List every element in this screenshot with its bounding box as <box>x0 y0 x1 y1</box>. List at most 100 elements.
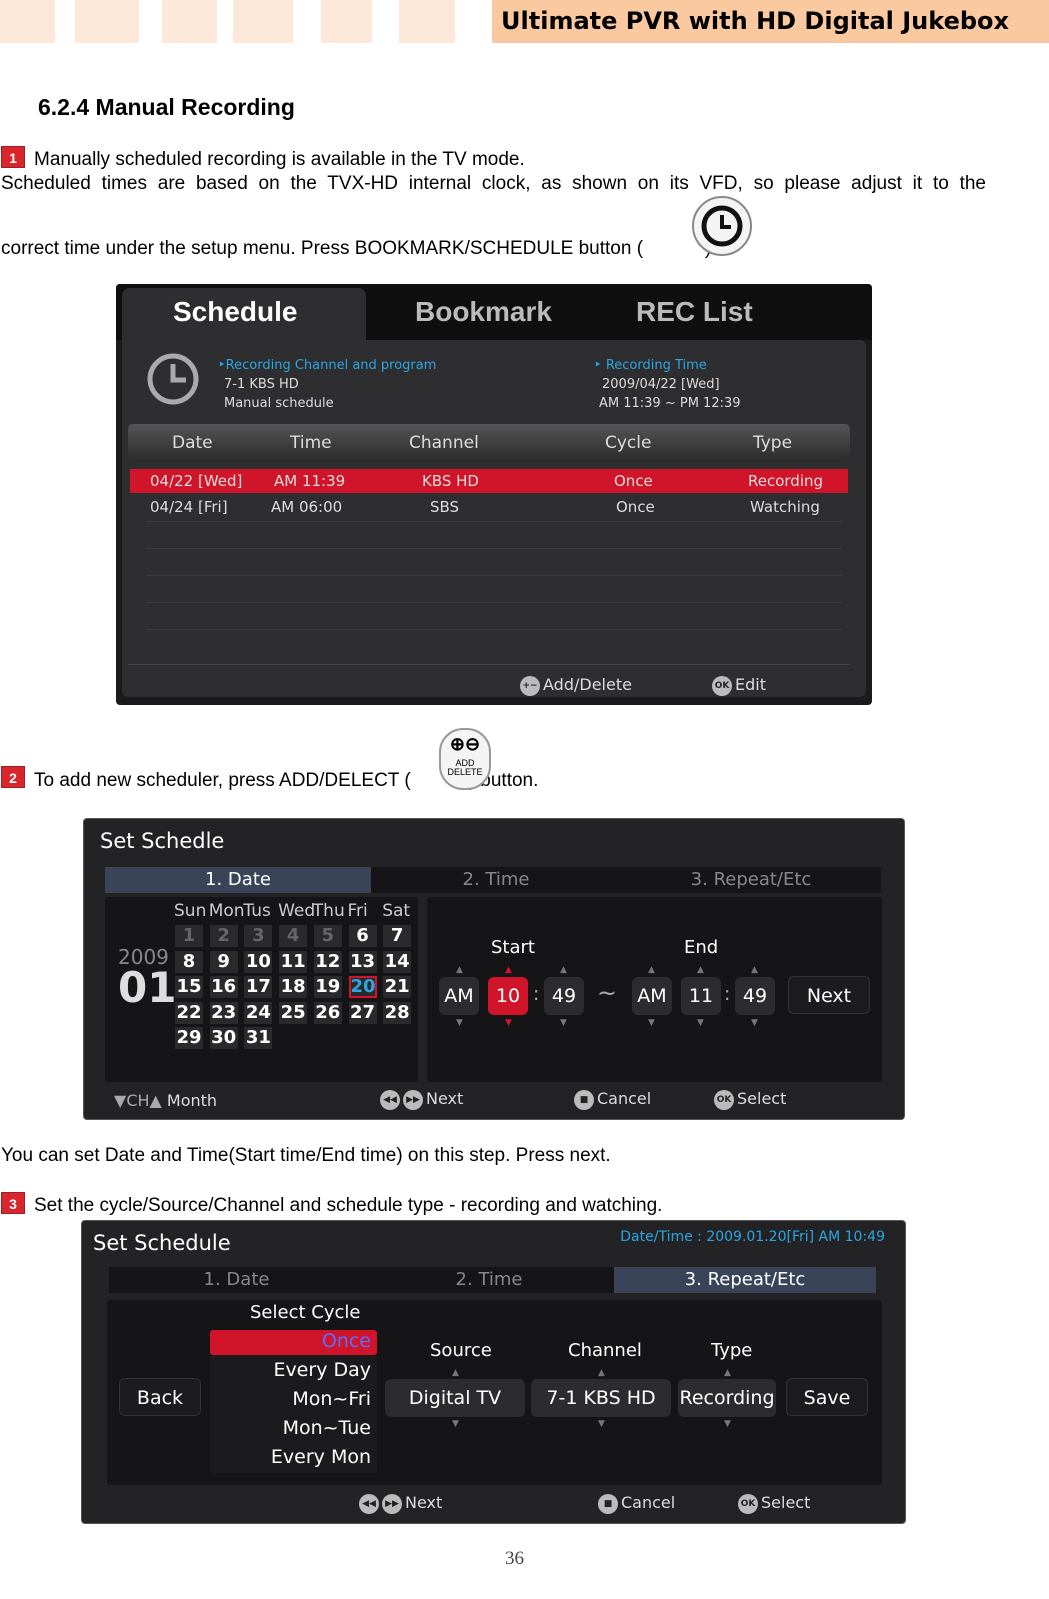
colon: : <box>533 983 540 1005</box>
start-ampm[interactable]: AM <box>439 977 479 1015</box>
up-arrow-icon[interactable]: ▲ <box>751 965 758 975</box>
down-arrow-icon[interactable]: ▼ <box>751 1018 758 1028</box>
cycle-option[interactable]: Every Mon <box>271 1446 371 1468</box>
calendar-day[interactable]: 11 <box>279 950 308 973</box>
start-hour[interactable]: 10 <box>488 977 528 1015</box>
down-arrow-icon[interactable]: ▼ <box>560 1018 567 1028</box>
channel-value: 7-1 KBS HD <box>224 377 299 392</box>
calendar-day[interactable]: 15 <box>175 976 203 998</box>
calendar-day[interactable]: 29 <box>175 1027 203 1049</box>
cycle-option[interactable]: Mon~Tue <box>283 1417 371 1439</box>
down-arrow-icon[interactable]: ▼ <box>697 1018 704 1028</box>
calendar-day[interactable]: 13 <box>348 950 377 973</box>
page-number: 36 <box>505 1548 524 1569</box>
type-select[interactable]: Recording <box>678 1379 776 1417</box>
calendar-day[interactable]: 24 <box>244 1001 273 1024</box>
cell-channel: SBS <box>430 498 460 516</box>
calendar-day[interactable]: 7 <box>383 925 412 947</box>
up-arrow-icon[interactable]: ▲ <box>598 1368 605 1378</box>
up-arrow-icon[interactable]: ▲ <box>505 965 512 975</box>
up-arrow-icon[interactable]: ▲ <box>560 965 567 975</box>
up-arrow-icon[interactable]: ▲ <box>697 965 704 975</box>
calendar-day[interactable]: 21 <box>383 976 412 998</box>
save-button[interactable]: Save <box>786 1378 868 1416</box>
prev-icon: ◀◀ <box>380 1089 400 1110</box>
step-time: 2. Time <box>364 1267 614 1293</box>
hint-add-delete: +− Add/Delete <box>520 675 632 696</box>
calendar-day[interactable]: 4 <box>279 925 308 947</box>
up-arrow-icon[interactable]: ▲ <box>452 1368 459 1378</box>
calendar-day[interactable]: 3 <box>244 925 273 947</box>
calendar-day[interactable]: 6 <box>348 925 377 947</box>
down-arrow-icon[interactable]: ▼ <box>598 1419 605 1429</box>
tab-bookmark[interactable]: Bookmark <box>415 284 552 340</box>
screen-title: Set Schedule <box>93 1231 231 1255</box>
cell-type: Watching <box>750 498 820 516</box>
calendar-month: 01 <box>118 963 177 1012</box>
prev-icon: ◀◀ <box>359 1493 379 1514</box>
cycle-option[interactable]: Every Day <box>273 1359 371 1381</box>
tab-rec-list[interactable]: REC List <box>636 284 753 340</box>
calendar-day[interactable]: 17 <box>244 976 273 998</box>
time-value: AM 11:39 ~ PM 12:39 <box>599 396 741 411</box>
end-min[interactable]: 49 <box>735 977 775 1015</box>
down-arrow-icon[interactable]: ▼ <box>505 1018 512 1028</box>
calendar-day[interactable]: 20 <box>348 976 377 998</box>
calendar-day[interactable]: 16 <box>209 976 238 998</box>
hint-cancel: ■ Cancel <box>574 1089 651 1110</box>
down-arrow-icon[interactable]: ▼ <box>648 1018 655 1028</box>
header-decoration <box>399 0 455 43</box>
calendar-day[interactable]: 19 <box>313 976 342 998</box>
source-select[interactable]: Digital TV <box>385 1379 525 1417</box>
down-arrow-icon[interactable]: ▼ <box>452 1419 459 1429</box>
options-panel: Back Select Cycle Once Every Day Mon~Fri… <box>107 1300 882 1485</box>
calendar-day[interactable]: 28 <box>383 1001 412 1024</box>
cycle-option[interactable]: Mon~Fri <box>292 1388 371 1410</box>
weekday-label: Wed <box>278 901 316 921</box>
step-number-icon: 2 <box>1 766 25 788</box>
step1-line3: correct time under the setup menu. Press… <box>1 238 717 260</box>
calendar-day[interactable]: 1 <box>175 925 203 947</box>
down-arrow-icon[interactable]: ▼ <box>724 1419 731 1429</box>
down-arrow-icon[interactable]: ▼ <box>456 1018 463 1028</box>
calendar-day[interactable]: 27 <box>348 1001 377 1024</box>
calendar-day[interactable]: 10 <box>244 950 273 973</box>
calendar-day[interactable]: 26 <box>313 1001 342 1024</box>
up-arrow-icon[interactable]: ▲ <box>456 965 463 975</box>
calendar-day[interactable]: 9 <box>209 950 238 973</box>
calendar-day[interactable]: 23 <box>209 1001 238 1024</box>
back-button[interactable]: Back <box>119 1378 201 1416</box>
channel-select[interactable]: 7-1 KBS HD <box>531 1379 671 1417</box>
channel-label: ‣Recording Channel and program <box>218 358 437 373</box>
cycle-option[interactable]: Once <box>322 1330 371 1352</box>
calendar-day[interactable]: 14 <box>383 950 412 973</box>
calendar-day[interactable]: 12 <box>313 950 342 973</box>
table-row[interactable]: 04/24 [Fri] AM 06:00 SBS Once Watching <box>130 495 848 519</box>
header-decoration <box>0 0 55 43</box>
calendar-day[interactable]: 8 <box>175 950 203 973</box>
caption-step2: You can set Date and Time(Start time/End… <box>1 1145 611 1166</box>
table-row[interactable]: 04/22 [Wed] AM 11:39 KBS HD Once Recordi… <box>130 469 848 493</box>
calendar-day[interactable]: 2 <box>209 925 238 947</box>
next-button[interactable]: Next <box>788 976 870 1014</box>
weekday-label: Sat <box>382 901 411 921</box>
select-cycle-label: Select Cycle <box>250 1302 361 1323</box>
calendar-day[interactable]: 5 <box>313 925 342 947</box>
date-value: 2009/04/22 [Wed] <box>602 377 720 392</box>
up-arrow-icon[interactable]: ▲ <box>724 1368 731 1378</box>
program-value: Manual schedule <box>224 396 334 411</box>
calendar-day[interactable]: 18 <box>279 976 308 998</box>
calendar-day[interactable]: 22 <box>175 1001 203 1024</box>
add-delete-icon: +− <box>520 675 540 696</box>
end-ampm[interactable]: AM <box>632 977 672 1015</box>
calendar-day[interactable]: 31 <box>244 1027 273 1049</box>
calendar-day[interactable]: 25 <box>279 1001 308 1024</box>
clock-button-icon <box>692 196 752 256</box>
cycle-list: Once Every Day Mon~Fri Mon~Tue Every Mon <box>210 1330 377 1473</box>
calendar-day[interactable]: 30 <box>209 1027 238 1049</box>
start-min[interactable]: 49 <box>544 977 584 1015</box>
up-arrow-icon[interactable]: ▲ <box>648 965 655 975</box>
end-hour[interactable]: 11 <box>681 977 721 1015</box>
tab-schedule[interactable]: Schedule <box>173 284 297 340</box>
hint-next: ◀◀ ▶▶ Next <box>380 1089 463 1110</box>
